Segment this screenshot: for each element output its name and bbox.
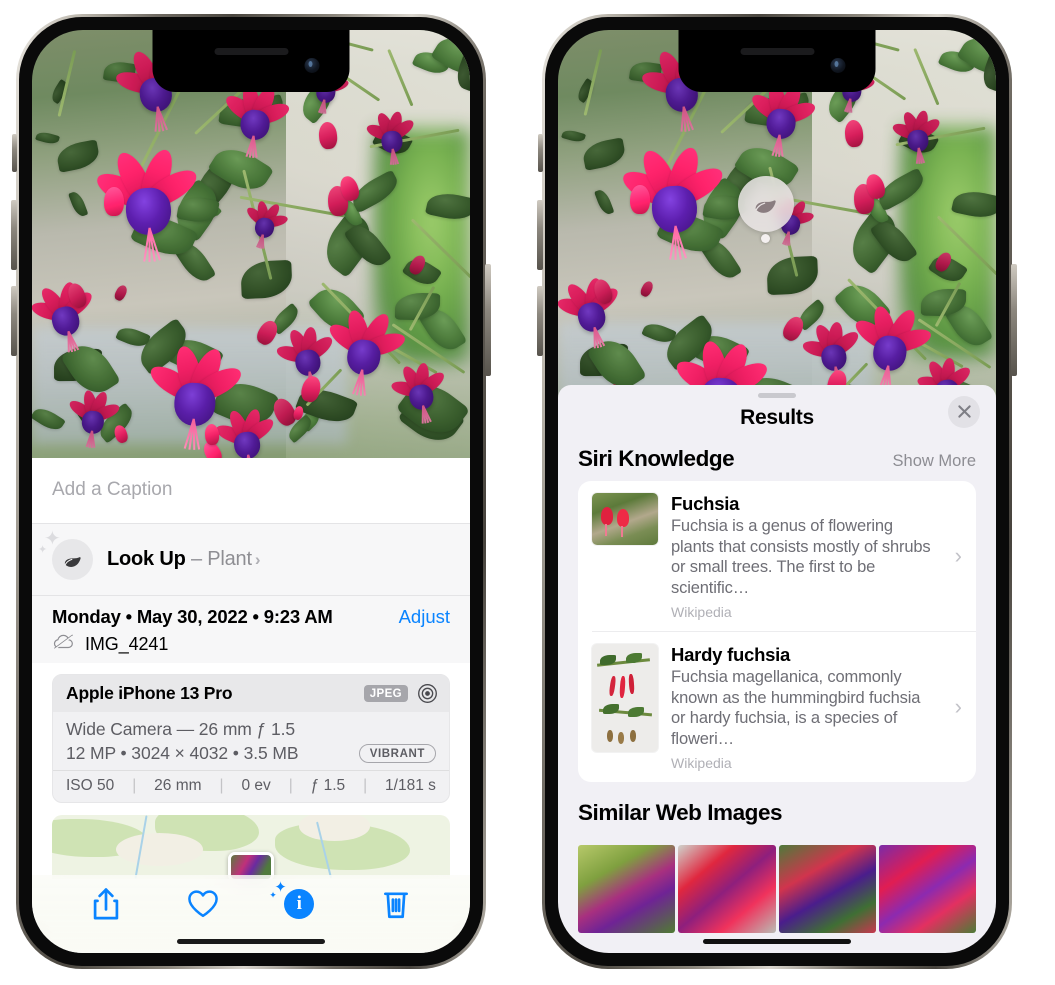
look-up-label: Look Up – Plant › <box>107 548 261 571</box>
screenshot-stage: Add a Caption ✦ ✦ Look Up – Plant › Mond… <box>0 0 1055 985</box>
chevron-right-icon: › <box>954 694 962 720</box>
volume-up-button[interactable] <box>537 200 543 270</box>
result-thumbnail <box>592 492 658 545</box>
close-button[interactable] <box>948 395 980 428</box>
photo-date: Monday • May 30, 2022 • 9:23 AM <box>52 606 333 627</box>
device-notch <box>152 30 350 92</box>
camera-lens-icon <box>417 683 438 704</box>
similar-web-images-strip <box>558 845 996 933</box>
exif-separator: | <box>132 777 137 794</box>
file-name: IMG_4241 <box>85 633 169 654</box>
photo-viewer[interactable] <box>32 30 470 480</box>
silence-switch[interactable] <box>12 134 17 172</box>
volume-down-button[interactable] <box>11 286 17 356</box>
info-sparkle-icon: i <box>284 889 315 919</box>
cloud-slash-icon <box>52 633 76 655</box>
right-iphone-device: Results Siri Knowledge Show More Fuchsia… <box>537 14 1017 969</box>
exif-body: Wide Camera — 26 mm ƒ 1.5 12 MP • 3024 ×… <box>53 712 449 770</box>
result-thumbnail <box>592 643 658 752</box>
knowledge-result-row[interactable]: Fuchsia Fuchsia is a genus of flowering … <box>578 481 976 631</box>
sparkle-icon-small: ✦ <box>38 544 48 556</box>
exif-setting: 1/181 s <box>385 777 436 794</box>
left-device-bezel: Add a Caption ✦ ✦ Look Up – Plant › Mond… <box>19 17 483 966</box>
image-specs: 12 MP • 3024 × 4032 • 3.5 MB <box>66 743 299 763</box>
siri-knowledge-header: Siri Knowledge Show More <box>558 446 996 481</box>
result-title: Fuchsia <box>671 492 740 514</box>
adjust-button[interactable]: Adjust <box>399 606 450 628</box>
visual-look-up-badge[interactable] <box>738 176 794 232</box>
share-button[interactable] <box>89 887 123 921</box>
results-title: Results <box>740 405 814 429</box>
section-title: Similar Web Images <box>578 800 783 825</box>
chevron-right-icon: › <box>954 543 962 569</box>
chevron-right-icon: › <box>254 550 261 569</box>
result-source: Wikipedia <box>671 755 732 771</box>
silence-switch[interactable] <box>538 134 543 172</box>
exif-setting: 26 mm <box>154 777 202 794</box>
lens-description: Wide Camera — 26 mm ƒ 1.5 <box>66 719 295 739</box>
location-map[interactable] <box>52 815 450 879</box>
exif-setting: 0 ev <box>241 777 271 794</box>
exif-separator: | <box>363 777 368 794</box>
power-button[interactable] <box>1011 264 1017 376</box>
home-indicator[interactable] <box>703 939 851 944</box>
exif-setting: ƒ 1.5 <box>310 777 346 794</box>
device-notch <box>678 30 876 92</box>
exif-header: Apple iPhone 13 Pro JPEG <box>53 675 449 712</box>
section-title: Siri Knowledge <box>578 445 735 471</box>
file-format-badge: JPEG <box>363 685 408 702</box>
sparkle-icon-large: ✦ <box>44 528 61 550</box>
front-camera <box>830 58 846 73</box>
exif-separator: | <box>288 777 293 794</box>
info-button[interactable]: ✦ ✦ i <box>269 880 316 921</box>
knowledge-result-row[interactable]: Hardy fuchsia Fuchsia magellanica, commo… <box>592 630 976 782</box>
result-title: Hardy fuchsia <box>671 643 791 665</box>
camera-device-name: Apple iPhone 13 Pro <box>66 683 233 703</box>
result-description: Fuchsia is a genus of flowering plants t… <box>671 516 931 598</box>
web-image-2[interactable] <box>678 845 776 933</box>
look-up-dash: – <box>185 548 208 570</box>
result-description: Fuchsia magellanica, commonly known as t… <box>671 667 921 749</box>
result-source: Wikipedia <box>671 603 732 620</box>
color-profile-badge: VIBRANT <box>358 744 436 763</box>
look-up-subject: Plant <box>207 548 252 570</box>
similar-web-images-header: Similar Web Images <box>558 782 996 835</box>
exif-separator: | <box>219 777 224 794</box>
power-button[interactable] <box>485 264 491 376</box>
exif-settings-row: ISO 50 | 26 mm | 0 ev | ƒ 1.5 | 1/181 s <box>53 770 449 802</box>
caption-input[interactable]: Add a Caption <box>32 458 470 524</box>
delete-button[interactable] <box>379 887 413 921</box>
exif-card: Apple iPhone 13 Pro JPEG Wide Camera — 2… <box>52 674 450 803</box>
look-up-row[interactable]: ✦ ✦ Look Up – Plant › <box>32 524 470 595</box>
left-device-screen: Add a Caption ✦ ✦ Look Up – Plant › Mond… <box>32 30 470 953</box>
left-iphone-device: Add a Caption ✦ ✦ Look Up – Plant › Mond… <box>11 14 491 969</box>
right-device-screen: Results Siri Knowledge Show More Fuchsia… <box>558 30 996 953</box>
exif-setting: ISO 50 <box>66 777 115 794</box>
earpiece-speaker <box>214 48 288 55</box>
right-device-bezel: Results Siri Knowledge Show More Fuchsia… <box>545 17 1009 966</box>
earpiece-speaker <box>740 48 814 55</box>
results-sheet: Results Siri Knowledge Show More Fuchsia… <box>558 384 996 953</box>
favorite-button[interactable] <box>186 887 220 921</box>
show-more-button[interactable]: Show More <box>893 452 976 471</box>
results-header: Results <box>558 395 996 446</box>
volume-up-button[interactable] <box>11 200 17 270</box>
look-up-title: Look Up <box>107 548 186 570</box>
metadata-block: Monday • May 30, 2022 • 9:23 AM Adjust I… <box>32 595 470 663</box>
web-image-3[interactable] <box>778 845 876 933</box>
front-camera <box>304 58 320 73</box>
volume-down-button[interactable] <box>537 286 543 356</box>
siri-knowledge-card: Fuchsia Fuchsia is a genus of flowering … <box>578 480 976 782</box>
web-image-4[interactable] <box>878 845 976 933</box>
visual-look-up-anchor-dot <box>761 234 770 243</box>
home-indicator[interactable] <box>177 939 325 944</box>
leaf-icon: ✦ ✦ <box>38 529 93 580</box>
sparkle-icon-small: ✦ <box>269 890 277 900</box>
web-image-1[interactable] <box>578 845 676 933</box>
